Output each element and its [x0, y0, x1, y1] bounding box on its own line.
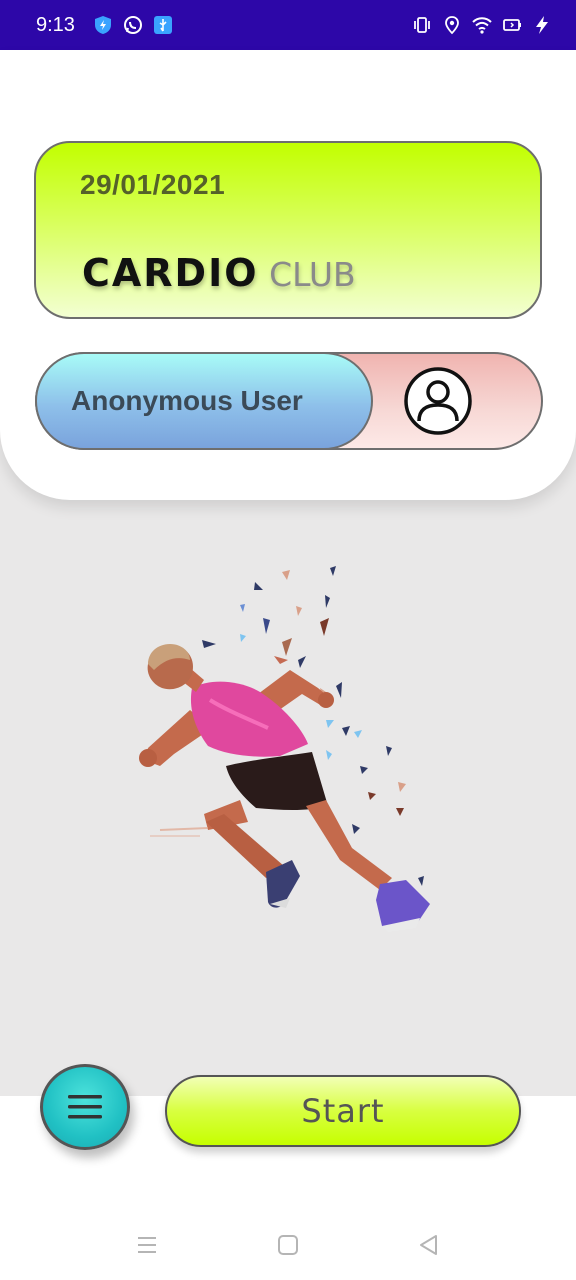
- recents-icon[interactable]: [134, 1232, 160, 1258]
- user-name-pill[interactable]: Anonymous User: [35, 352, 373, 450]
- start-button[interactable]: Start: [165, 1075, 521, 1147]
- user-avatar-icon[interactable]: [403, 366, 473, 436]
- status-notification-icons: [93, 15, 173, 35]
- runner-illustration: [139, 566, 430, 932]
- status-bar: 9:13: [0, 0, 576, 50]
- status-time: 9:13: [36, 13, 75, 36]
- status-system-icons: [412, 15, 552, 35]
- date-card: 29/01/2021 CARDIO CLUB: [34, 141, 542, 319]
- location-icon: [445, 16, 459, 35]
- hamburger-menu-icon: [68, 1095, 102, 1119]
- battery-icon: [503, 19, 521, 31]
- user-profile-pill[interactable]: Anonymous User: [35, 352, 543, 450]
- whatsapp-icon: [123, 16, 142, 34]
- current-date: 29/01/2021: [80, 169, 226, 200]
- system-navigation-bar: [0, 1216, 576, 1274]
- wifi-icon: [472, 17, 492, 34]
- shield-bolt-icon: [94, 16, 111, 34]
- app-title: CARDIO CLUB: [82, 251, 356, 296]
- app-title-sub: CLUB: [269, 255, 356, 294]
- home-icon[interactable]: [275, 1232, 301, 1258]
- user-name: Anonymous User: [71, 385, 303, 416]
- menu-button[interactable]: [40, 1064, 130, 1150]
- header-panel: 29/01/2021 CARDIO CLUB Anonymous User: [0, 50, 576, 500]
- charging-icon: [536, 16, 548, 34]
- app-title-main: CARDIO: [82, 251, 259, 295]
- vibrate-icon: [414, 17, 430, 33]
- back-icon[interactable]: [416, 1232, 442, 1258]
- usb-icon: [153, 16, 172, 34]
